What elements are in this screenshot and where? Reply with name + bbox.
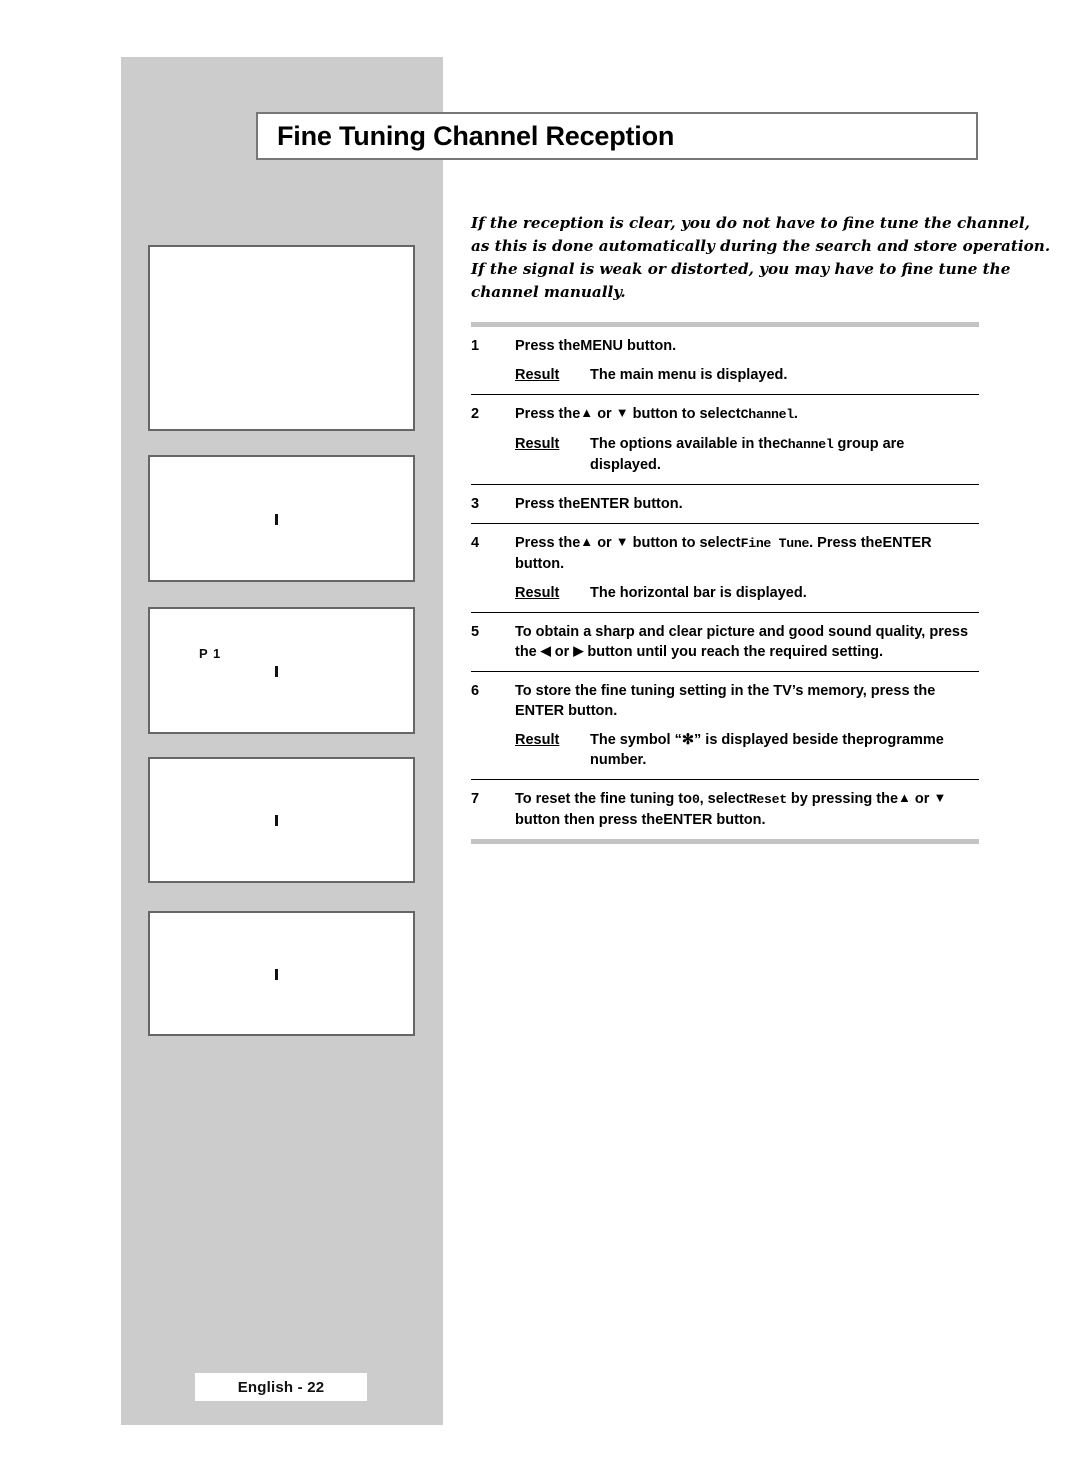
step-number: 1	[471, 338, 480, 354]
step-text-part: Press the	[515, 338, 581, 354]
page-footer-label: English - 22	[195, 1373, 367, 1401]
step-text-part: button to select	[628, 535, 741, 551]
step-text-part: button until you reach the required sett…	[583, 644, 884, 660]
step-number: 7	[471, 791, 480, 807]
result-text-part: The options available in the	[590, 436, 781, 452]
result-text: The options available in theChannel grou…	[590, 434, 979, 475]
step-text-part: or	[593, 406, 616, 422]
result-text-part: programme	[864, 732, 944, 748]
intro-line: channel manually.	[471, 283, 626, 301]
step-text-part: Press the	[515, 535, 581, 551]
cursor-tick-icon	[275, 666, 278, 677]
result-label: Result	[515, 367, 560, 383]
step-number: 2	[471, 406, 480, 422]
page-title: Fine Tuning Channel Reception	[277, 120, 675, 151]
enter-button-keyword: ENTER button.	[515, 703, 618, 719]
step-text-part: .	[793, 406, 798, 422]
step-4: 4 Press the▲ or ▼ button to selectFine T…	[471, 524, 979, 612]
menu-item-reset: Reset	[748, 792, 787, 807]
step-text-part: button.	[623, 338, 677, 354]
intro-line: as this is done automatically during the…	[471, 237, 1051, 255]
programme-number-label: P 1	[199, 646, 222, 661]
illustration-box-fine-tune-stored	[148, 757, 415, 883]
arrow-up-icon: ▲	[580, 405, 594, 420]
result-text-part: number.	[590, 752, 647, 768]
step-number: 3	[471, 496, 480, 512]
step-text-part: To obtain a sharp and clear picture and …	[515, 624, 969, 640]
menu-item-channel: Channel	[780, 437, 834, 452]
arrow-down-icon: ▼	[615, 405, 629, 420]
steps-bottom-divider	[471, 839, 979, 844]
step-text-part: button then press the	[515, 812, 664, 828]
cursor-tick-icon	[275, 969, 278, 980]
step-text-part: or	[910, 791, 934, 807]
illustration-box-reset	[148, 911, 415, 1036]
result-text: The main menu is displayed.	[590, 367, 788, 383]
step-text-part: , select	[699, 791, 749, 807]
arrow-up-icon: ▲	[898, 790, 911, 805]
cursor-tick-icon	[275, 815, 278, 826]
step-text-part: Press the	[515, 496, 581, 512]
illustration-box-main-menu	[148, 245, 415, 431]
step-text: Press the▲ or ▼ button to selectFine Tun…	[515, 533, 979, 574]
menu-item-fine-tune: Fine Tune	[740, 536, 810, 551]
intro-paragraph: If the reception is clear, you do not ha…	[471, 212, 1051, 304]
step-text: To store the fine tuning setting in the …	[515, 681, 979, 721]
step-6: 6 To store the fine tuning setting in th…	[471, 672, 979, 779]
step-1: 1 Press theMENU button. Result The main …	[471, 327, 979, 394]
step-text-part: button.	[629, 496, 683, 512]
step-text-part: To store the fine tuning setting in the …	[515, 683, 936, 699]
arrow-right-icon: ▶	[573, 643, 584, 658]
enter-button-keyword: ENTER	[663, 812, 713, 828]
step-3: 3 Press theENTER button.	[471, 485, 979, 523]
arrow-down-icon: ▼	[615, 534, 629, 549]
step-text-part: button.	[515, 556, 565, 572]
step-text: To reset the fine tuning to0, selectRese…	[515, 789, 979, 830]
step-text-part: button.	[712, 812, 766, 828]
step-text: Press theENTER button.	[515, 494, 979, 514]
menu-item-channel: Channel	[740, 407, 795, 422]
step-text-part: Press the	[515, 406, 581, 422]
step-5: 5 To obtain a sharp and clear picture an…	[471, 613, 979, 671]
step-number: 5	[471, 624, 480, 640]
result-text-part: The symbol “	[590, 732, 682, 748]
step-text-part: button to select	[628, 406, 741, 422]
result-text-part: displayed.	[590, 457, 661, 473]
result-label: Result	[515, 585, 560, 601]
result-text-part: ” is displayed beside the	[694, 732, 865, 748]
steps-list: 1 Press theMENU button. Result The main …	[471, 322, 979, 844]
result-text-part: group are	[833, 436, 905, 452]
step-text-part: or	[550, 644, 574, 660]
arrow-left-icon: ◀	[540, 643, 551, 658]
enter-button-keyword: ENTER	[580, 496, 630, 512]
result-label: Result	[515, 436, 560, 452]
asterisk-symbol-icon: ✻	[681, 732, 695, 748]
step-7: 7 To reset the fine tuning to0, selectRe…	[471, 780, 979, 839]
page-title-bar: Fine Tuning Channel Reception	[256, 112, 978, 160]
step-text-part: by pressing the	[786, 791, 899, 807]
step-2: 2 Press the▲ or ▼ button to selectChanne…	[471, 395, 979, 484]
cursor-tick-icon	[275, 514, 278, 525]
reset-value-zero: 0	[691, 792, 700, 807]
illustration-box-fine-tune-bar: P 1	[148, 607, 415, 734]
step-text-part: To reset the fine tuning to	[515, 791, 692, 807]
step-number: 4	[471, 535, 480, 551]
step-text-part: the	[515, 644, 541, 660]
result-text: The horizontal bar is displayed.	[590, 585, 807, 601]
intro-line: If the signal is weak or distorted, you …	[471, 260, 1011, 278]
step-text: Press the▲ or ▼ button to selectChannel.	[515, 404, 979, 425]
step-text-part: . Press the	[809, 535, 883, 551]
step-text: Press theMENU button.	[515, 336, 979, 356]
arrow-up-icon: ▲	[580, 534, 594, 549]
step-text: To obtain a sharp and clear picture and …	[515, 622, 979, 662]
result-label: Result	[515, 732, 560, 748]
menu-button-keyword: MENU	[580, 338, 623, 354]
step-number: 6	[471, 683, 480, 699]
result-text: The symbol “✻” is displayed beside thepr…	[590, 730, 979, 770]
arrow-down-icon: ▼	[933, 790, 947, 805]
illustration-box-channel-menu	[148, 455, 415, 582]
intro-line: If the reception is clear, you do not ha…	[471, 214, 1030, 232]
step-text-part: or	[593, 535, 616, 551]
enter-button-keyword: ENTER	[882, 535, 932, 551]
